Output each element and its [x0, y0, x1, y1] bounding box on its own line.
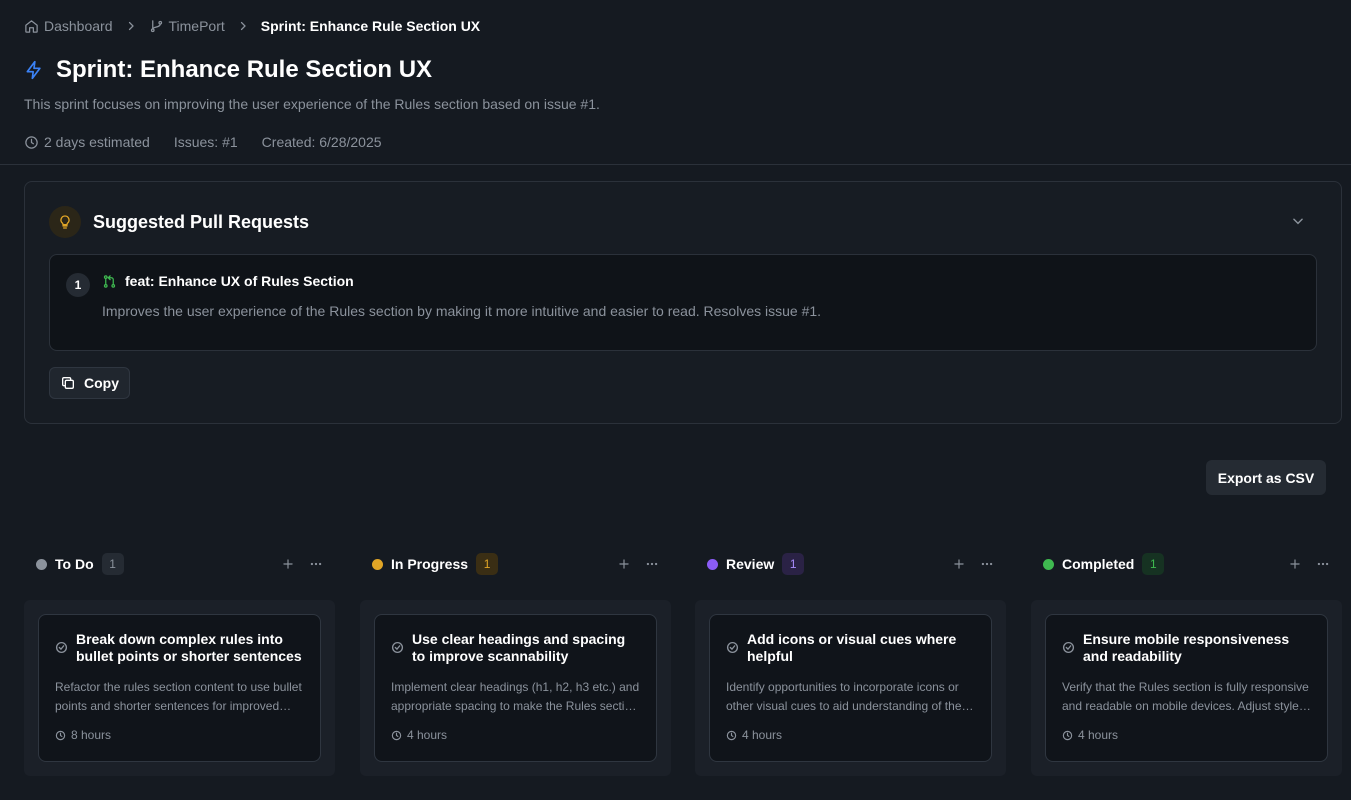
- task-title: Use clear headings and spacing to improv…: [412, 631, 626, 664]
- more-icon[interactable]: [980, 557, 994, 571]
- column-review: Review 1 Add icons or visual cues where …: [695, 548, 1006, 776]
- plus-icon[interactable]: [952, 557, 966, 571]
- page-title: Sprint: Enhance Rule Section UX: [56, 56, 433, 83]
- task-description: Implement clear headings (h1, h2, h3 etc…: [391, 680, 640, 713]
- column-body: Ensure mobile responsiveness and readabi…: [1031, 600, 1342, 776]
- column-header: In Progress 1: [360, 548, 671, 580]
- breadcrumb-project[interactable]: TimePort: [149, 18, 225, 34]
- plus-icon[interactable]: [1288, 557, 1302, 571]
- status-dot: [1043, 558, 1054, 570]
- clock-icon: [25, 135, 38, 149]
- clock-icon: [1062, 730, 1073, 740]
- check-circle-icon: [55, 641, 68, 654]
- clock-icon: [55, 730, 66, 740]
- issues: Issues: #1: [173, 134, 238, 150]
- pr-description: Improves the user experience of the Rule…: [102, 303, 822, 319]
- column-title: Completed: [1062, 556, 1135, 572]
- status-dot: [372, 558, 383, 570]
- task-card[interactable]: Break down complex rules into bullet poi…: [38, 614, 321, 762]
- chevron-right-icon: [237, 20, 249, 32]
- task-description: Refactor the rules section content to us…: [55, 680, 302, 713]
- column-title: To Do: [55, 556, 94, 572]
- status-dot: [36, 558, 47, 570]
- sprint-header: Dashboard TimePort Sprint: Enhance Rule …: [0, 0, 1351, 165]
- pr-number: 1: [66, 273, 90, 297]
- chevron-down-icon[interactable]: [1291, 214, 1305, 228]
- column-title: In Progress: [391, 556, 469, 572]
- pr-title: feat: Enhance UX of Rules Section: [102, 273, 354, 289]
- count-badge: 1: [1142, 553, 1165, 575]
- task-title: Ensure mobile responsiveness and readabi…: [1083, 631, 1290, 664]
- suggested-pull-requests-panel: Suggested Pull Requests 1 feat: Enhance …: [24, 181, 1342, 424]
- task-estimate: 4 hours: [726, 728, 975, 742]
- task-card[interactable]: Ensure mobile responsiveness and readabi…: [1045, 614, 1328, 762]
- column-header: Completed 1: [1031, 548, 1342, 580]
- breadcrumb: Dashboard TimePort Sprint: Enhance Rule …: [24, 16, 1327, 36]
- check-circle-icon: [391, 641, 404, 654]
- column-completed: Completed 1 Ensure mobile responsiveness…: [1031, 548, 1342, 776]
- clock-icon: [726, 730, 737, 740]
- more-icon[interactable]: [1316, 557, 1330, 571]
- title-row: Sprint: Enhance Rule Section UX: [24, 56, 1327, 84]
- breadcrumb-dashboard[interactable]: Dashboard: [24, 18, 113, 34]
- task-title: Break down complex rules into bullet poi…: [76, 631, 302, 664]
- pr-panel-title: Suggested Pull Requests: [93, 211, 310, 232]
- plus-icon[interactable]: [617, 557, 631, 571]
- export-csv-button[interactable]: Export as CSV: [1206, 460, 1326, 495]
- task-estimate: 8 hours: [55, 728, 304, 742]
- lightning-icon: [26, 60, 41, 80]
- lightbulb-icon: [49, 206, 81, 238]
- task-card[interactable]: Add icons or visual cues where helpful I…: [709, 614, 992, 762]
- copy-icon: [62, 377, 74, 389]
- clock-icon: [391, 730, 402, 740]
- column-header: Review 1: [695, 548, 1006, 580]
- count-badge: 1: [782, 553, 805, 575]
- home-icon: [25, 19, 38, 33]
- check-circle-icon: [1062, 641, 1075, 654]
- plus-icon[interactable]: [281, 557, 295, 571]
- task-description: Identify opportunities to incorporate ic…: [726, 680, 962, 713]
- git-branch-icon: [150, 19, 162, 32]
- task-estimate: 4 hours: [1062, 728, 1311, 742]
- more-icon[interactable]: [645, 557, 659, 571]
- column-header: To Do 1: [24, 548, 335, 580]
- copy-button[interactable]: Copy: [49, 367, 130, 399]
- created-date: Created: 6/28/2025: [261, 134, 382, 150]
- column-in-progress: In Progress 1 Use clear headings and spa…: [360, 548, 671, 776]
- breadcrumb-current: Sprint: Enhance Rule Section UX: [260, 18, 481, 34]
- sprint-meta: 2 days estimated Issues: #1 Created: 6/2…: [24, 134, 1327, 150]
- sprint-description: This sprint focuses on improving the use…: [24, 96, 600, 112]
- estimate: 2 days estimated: [24, 134, 150, 150]
- task-title: Add icons or visual cues where helpful: [747, 631, 957, 664]
- task-estimate: 4 hours: [391, 728, 640, 742]
- check-circle-icon: [726, 641, 739, 654]
- column-body: Break down complex rules into bullet poi…: [24, 600, 335, 776]
- task-description: Verify that the Rules section is fully r…: [1062, 680, 1309, 713]
- task-card[interactable]: Use clear headings and spacing to improv…: [374, 614, 657, 762]
- pr-panel-header: Suggested Pull Requests: [49, 206, 309, 238]
- count-badge: 1: [101, 553, 124, 575]
- git-pull-request-icon: [103, 274, 116, 288]
- column-todo: To Do 1 Break down complex rules into bu…: [24, 548, 335, 776]
- pull-request-item[interactable]: 1 feat: Enhance UX of Rules Section Impr…: [49, 254, 1317, 351]
- chevron-right-icon: [125, 20, 137, 32]
- column-title: Review: [726, 556, 775, 572]
- more-icon[interactable]: [309, 557, 323, 571]
- count-badge: 1: [476, 553, 499, 575]
- column-body: Use clear headings and spacing to improv…: [360, 600, 671, 776]
- column-body: Add icons or visual cues where helpful I…: [695, 600, 1006, 776]
- status-dot: [707, 558, 718, 570]
